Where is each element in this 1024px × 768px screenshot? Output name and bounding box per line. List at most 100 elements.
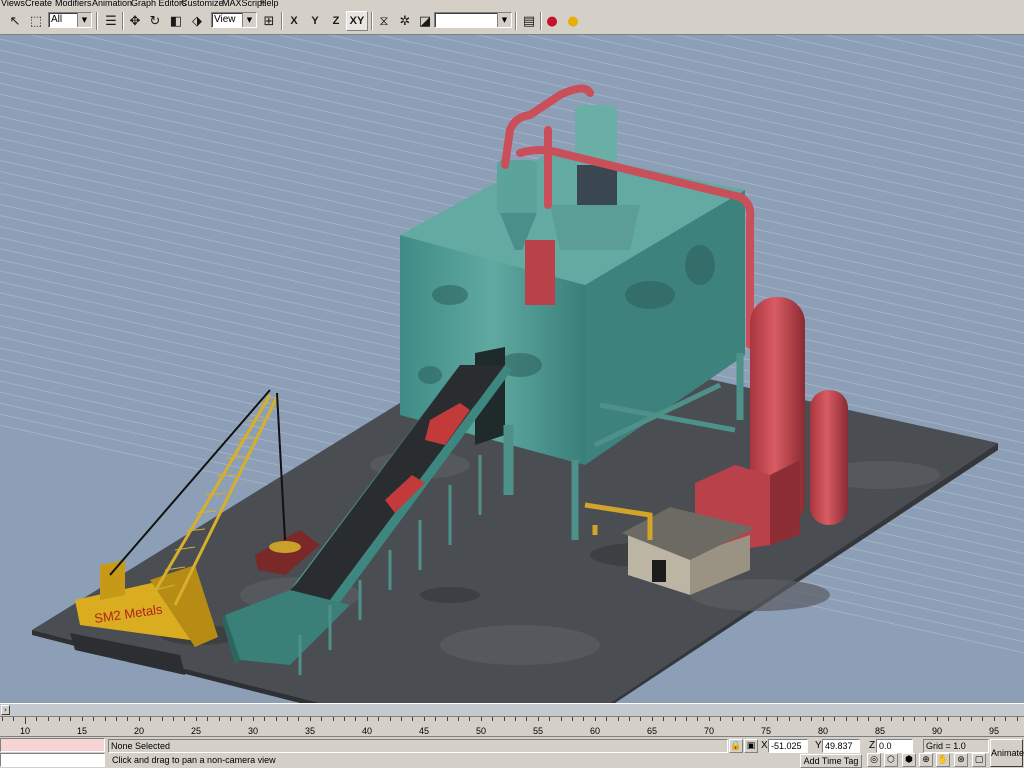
menu-maxscript[interactable]: MAXScript [222,0,265,8]
timeline-tick [424,717,425,721]
menu-modifiers[interactable]: Modifiers [55,0,92,8]
timeline-tick [70,717,71,721]
rectangular-selection-region-icon[interactable]: ⬚ [26,11,46,31]
timeline-tick [36,717,37,721]
absolute-mode-icon[interactable]: ▣ [744,739,758,753]
timeline-tick [127,717,128,721]
grid-line [0,35,1024,126]
time-slider-thumb[interactable]: › [1,705,10,715]
timeline-tick [880,717,881,721]
timeline-tick [834,717,835,721]
x-coordinate-label: X [761,740,768,751]
track-view-icon[interactable]: ▤ [519,11,539,31]
timeline-tick [13,717,14,721]
render-scene-icon[interactable]: ● [563,11,583,31]
reference-coordinate-value: View [214,14,236,25]
toolbar-separator [371,12,373,30]
z-coordinate-field[interactable]: 0.0 [876,739,913,753]
timeline-tick [606,717,607,721]
timeline-tick [720,717,721,721]
menu-graph-editors[interactable]: Graph Editors [131,0,187,8]
timeline-tick [458,717,459,721]
y-coordinate-label: Y [815,740,822,751]
select-and-move-icon[interactable]: ✥ [125,11,145,31]
zoom-region-icon[interactable]: ⊕ [919,753,933,767]
orbit-icon[interactable]: ⊛ [954,753,968,767]
use-pivot-center-icon[interactable]: ⊞ [259,11,279,31]
timeline-tick-label: 60 [589,726,601,736]
zoom-extents-icon[interactable]: ◎ [867,753,881,767]
timeline-tick [412,717,413,721]
named-selection-sets-dropdown[interactable]: ▼ [434,12,512,28]
align-icon[interactable]: ◪ [415,11,435,31]
selection-filter-dropdown[interactable]: All ▼ [48,12,92,28]
maxscript-listener-output[interactable] [0,753,105,767]
timeline-tick [891,717,892,721]
timeline-tick [150,717,151,721]
toolbar-separator [96,12,98,30]
timeline-tick [173,717,174,721]
selection-filter-value: All [51,14,63,25]
select-by-name-icon[interactable]: ☰ [101,11,121,31]
timeline-tick [2,717,3,721]
timeline-tick [378,717,379,721]
timeline-tick [162,717,163,721]
timeline-tick [583,717,584,721]
mirror-icon[interactable]: ⧖ [374,11,394,31]
restrict-z-button[interactable]: Z [326,11,346,31]
timeline-tick [811,717,812,721]
timeline-tick [618,717,619,721]
field-of-view-icon[interactable]: ⬡ [884,753,898,767]
timeline-tick [914,717,915,721]
timeline-tick-label: 65 [646,726,658,736]
time-slider[interactable]: › [0,703,1024,717]
x-coordinate-field[interactable]: -51.025 [768,739,808,753]
timeline-tick [640,717,641,721]
timeline-tick [435,717,436,721]
timeline-tick [777,717,778,721]
timeline-tick [960,717,961,721]
add-time-tag-button[interactable]: Add Time Tag [800,754,862,768]
timeline-tick [48,717,49,721]
arc-rotate-icon[interactable]: ⬢ [902,753,916,767]
restrict-x-button[interactable]: X [284,11,304,31]
menu-views[interactable]: Views [1,0,25,8]
maximize-viewport-icon[interactable]: ▢ [972,753,986,767]
timeline-tick [743,717,744,721]
track-bar[interactable]: 10 15 20 25 30 35 40 45 50 55 60 65 70 75 80 85 90 95 [0,717,1024,737]
timeline-tick [652,717,653,721]
viewport-scene: SM2 Metals [0,35,1024,703]
timeline-tick [846,717,847,721]
material-editor-icon[interactable]: ● [542,11,562,31]
lock-selection-icon[interactable]: 🔒 [729,739,743,753]
select-and-manipulate-icon[interactable]: ⬗ [187,11,207,31]
timeline-tick [276,717,277,721]
menu-create[interactable]: Create [25,0,52,8]
menu-customize[interactable]: Customize [181,0,224,8]
timeline-tick-label: 20 [133,726,145,736]
select-object-icon[interactable]: ↖ [5,11,25,31]
timeline-tick [903,717,904,721]
select-and-rotate-icon[interactable]: ↻ [145,11,165,31]
restrict-y-button[interactable]: Y [305,11,325,31]
timeline-tick [709,717,710,721]
timeline-tick [675,717,676,721]
maxscript-listener-mini[interactable] [0,738,105,752]
timeline-tick [526,717,527,721]
restrict-xy-button[interactable]: XY [346,11,368,31]
timeline-tick [481,717,482,721]
timeline-tick [264,717,265,721]
timeline-tick [937,717,938,721]
timeline-tick [549,717,550,721]
menu-animation[interactable]: Animation [92,0,132,8]
timeline-tick [93,717,94,721]
reference-coordinate-dropdown[interactable]: View ▼ [211,12,257,28]
animate-toggle-button[interactable]: Animate [990,739,1024,767]
menu-help[interactable]: Help [260,0,279,8]
timeline-tick [504,717,505,721]
pan-view-icon[interactable]: ✋ [936,753,950,767]
y-coordinate-field[interactable]: 49.837 [822,739,860,753]
select-and-scale-icon[interactable]: ◧ [166,11,186,31]
perspective-viewport[interactable]: SM2 Metals [0,35,1024,703]
array-icon[interactable]: ✲ [395,11,415,31]
